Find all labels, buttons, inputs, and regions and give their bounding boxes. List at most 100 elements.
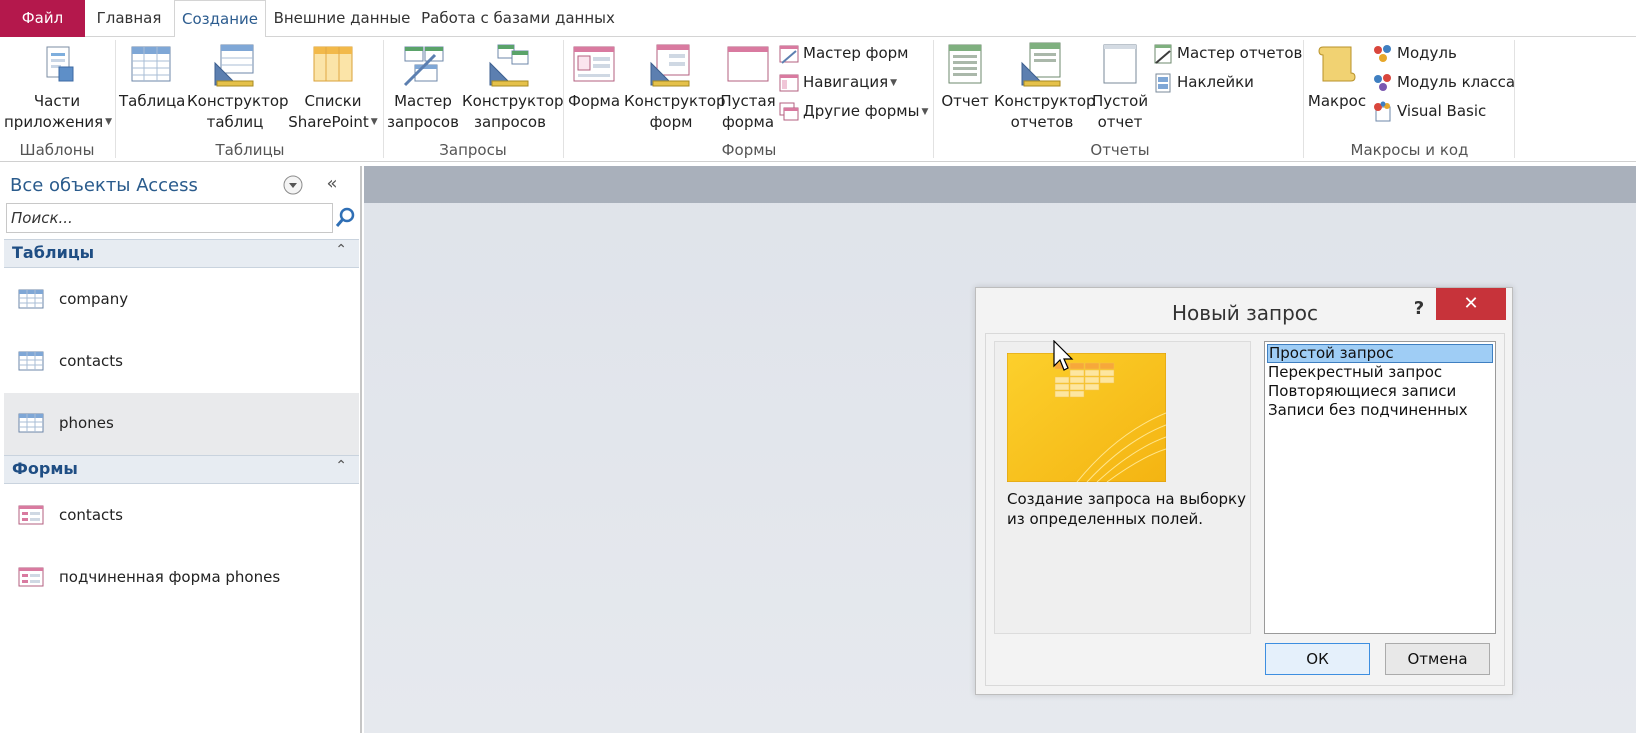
dropdown-arrow-icon: ▼ bbox=[105, 117, 113, 127]
table-designer-label-2: таблиц bbox=[206, 113, 264, 131]
close-icon[interactable]: ✕ bbox=[1436, 288, 1506, 320]
navigation-label: Навигация bbox=[803, 73, 889, 91]
sharepoint-lists-button[interactable]: Списки SharePoint ▼ bbox=[287, 41, 379, 133]
report-wizard-label: Мастер отчетов bbox=[1177, 44, 1303, 62]
list-item-simple-query[interactable]: Простой запрос bbox=[1267, 344, 1493, 363]
query-wizard-button[interactable]: Мастер запросов bbox=[387, 41, 459, 133]
search-placeholder: Поиск... bbox=[11, 209, 73, 227]
blank-report-label-1: Пустой bbox=[1092, 92, 1149, 110]
class-module-label: Модуль класса bbox=[1397, 73, 1516, 91]
group-divider bbox=[1303, 40, 1304, 158]
section-header-tables[interactable]: Таблицы ⌃ bbox=[4, 239, 359, 268]
tab-file[interactable]: Файл bbox=[0, 0, 85, 37]
visual-basic-button[interactable]: Visual Basic bbox=[1372, 98, 1486, 124]
nav-item-label: подчиненная форма phones bbox=[59, 568, 281, 586]
cancel-button[interactable]: Отмена bbox=[1385, 643, 1490, 675]
group-label-queries: Запросы bbox=[439, 141, 507, 159]
blank-form-label-1: Пустая bbox=[720, 92, 776, 110]
form-wizard-button[interactable]: Мастер форм bbox=[778, 40, 908, 66]
report-wizard-button[interactable]: Мастер отчетов bbox=[1152, 40, 1302, 66]
query-designer-label-2: запросов bbox=[474, 113, 546, 131]
ribbon-tab-strip: Файл Главная Создание Внешние данные Раб… bbox=[0, 0, 1636, 38]
collapse-up-icon: ⌃ bbox=[335, 242, 347, 258]
report-button[interactable]: Отчет bbox=[937, 41, 993, 112]
labels-label: Наклейки bbox=[1177, 73, 1254, 91]
class-module-button[interactable]: Модуль класса bbox=[1372, 69, 1515, 95]
form-designer-button[interactable]: Конструктор форм bbox=[624, 41, 726, 133]
table-label: Таблица bbox=[119, 92, 186, 110]
nav-item-label: company bbox=[59, 290, 129, 308]
search-input[interactable]: Поиск... bbox=[6, 203, 333, 233]
table-button[interactable]: Таблица bbox=[119, 41, 186, 112]
section-header-forms[interactable]: Формы ⌃ bbox=[4, 455, 359, 484]
tab-database-tools[interactable]: Работа с базами данных bbox=[420, 0, 616, 37]
blank-report-button[interactable]: Пустой отчет bbox=[1092, 41, 1148, 133]
search-icon[interactable] bbox=[333, 203, 357, 233]
table-designer-label-1: Конструктор bbox=[187, 92, 289, 110]
blank-form-icon bbox=[727, 46, 769, 82]
group-label-forms: Формы bbox=[721, 141, 777, 159]
report-design-icon bbox=[1021, 42, 1061, 87]
query-description: Создание запроса на выборку из определен… bbox=[1007, 489, 1247, 529]
blank-form-button[interactable]: Пустая форма bbox=[720, 41, 776, 133]
nav-item-company[interactable]: company bbox=[4, 269, 359, 331]
navigation-pane: Все объекты Access « Поиск... Таблицы ⌃ … bbox=[0, 166, 362, 733]
report-label: Отчет bbox=[941, 92, 989, 110]
dropdown-arrow-icon: ▼ bbox=[921, 106, 929, 117]
nav-item-label: contacts bbox=[59, 506, 123, 524]
nav-pane-title[interactable]: Все объекты Access bbox=[10, 175, 198, 196]
table-icon bbox=[18, 289, 44, 309]
list-item-find-unmatched[interactable]: Записи без подчиненных bbox=[1267, 401, 1468, 420]
query-designer-label-1: Конструктор bbox=[462, 92, 564, 110]
ribbon: Части приложения ▼ Шаблоны Таблица Констр… bbox=[0, 37, 1636, 162]
nav-collapse-icon[interactable]: « bbox=[320, 173, 344, 197]
more-forms-label: Другие формы bbox=[803, 102, 920, 120]
nav-item-label: phones bbox=[59, 414, 114, 432]
report-wizard-icon bbox=[1154, 44, 1172, 64]
report-icon bbox=[948, 44, 982, 84]
labels-button[interactable]: Наклейки bbox=[1152, 69, 1254, 95]
query-type-listbox[interactable]: Простой запрос Перекрестный запрос Повто… bbox=[1264, 341, 1496, 634]
ok-button[interactable]: ОК bbox=[1265, 643, 1370, 675]
group-label-macros: Макросы и код bbox=[1350, 141, 1469, 159]
nav-item-phones-subform[interactable]: подчиненная форма phones bbox=[4, 547, 359, 609]
query-description-line-2: из определенных полей. bbox=[1007, 510, 1204, 528]
app-parts-icon bbox=[46, 46, 74, 82]
labels-icon bbox=[1155, 73, 1171, 92]
macro-button[interactable]: Макрос bbox=[1307, 41, 1367, 112]
query-designer-button[interactable]: Конструктор запросов bbox=[462, 41, 564, 133]
nav-item-contacts-form[interactable]: contacts bbox=[4, 485, 359, 547]
group-divider bbox=[563, 40, 564, 158]
nav-item-contacts-table[interactable]: contacts bbox=[4, 331, 359, 393]
form-icon bbox=[18, 505, 44, 525]
help-icon[interactable]: ? bbox=[1404, 294, 1434, 324]
more-forms-button[interactable]: Другие формы ▼ bbox=[778, 98, 928, 124]
visual-basic-icon bbox=[1374, 101, 1391, 121]
nav-item-phones[interactable]: phones bbox=[4, 393, 359, 455]
report-designer-button[interactable]: Конструктор отчетов bbox=[994, 41, 1096, 133]
query-design-icon bbox=[489, 44, 529, 87]
tab-home[interactable]: Главная bbox=[89, 0, 169, 37]
form-label: Форма bbox=[567, 92, 621, 110]
list-item-find-duplicates[interactable]: Повторяющиеся записи bbox=[1267, 382, 1456, 401]
tab-external-data[interactable]: Внешние данные bbox=[272, 0, 412, 37]
report-designer-label-1: Конструктор bbox=[994, 92, 1096, 110]
form-icon bbox=[18, 567, 44, 587]
tab-create[interactable]: Создание bbox=[174, 0, 266, 38]
table-icon bbox=[18, 351, 44, 371]
form-button[interactable]: Форма bbox=[566, 41, 622, 112]
app-parts-button[interactable]: Части приложения ▼ bbox=[4, 41, 113, 133]
table-designer-button[interactable]: Конструктор таблиц bbox=[187, 41, 289, 133]
visual-basic-label: Visual Basic bbox=[1397, 102, 1487, 120]
list-item-crosstab-query[interactable]: Перекрестный запрос bbox=[1267, 363, 1442, 382]
group-label-tables: Таблицы bbox=[215, 141, 285, 159]
group-divider bbox=[933, 40, 934, 158]
table-icon bbox=[18, 413, 44, 433]
nav-menu-dropdown-icon[interactable] bbox=[281, 173, 305, 197]
dropdown-arrow-icon: ▼ bbox=[890, 77, 898, 88]
module-button[interactable]: Модуль bbox=[1372, 40, 1457, 66]
form-designer-label-1: Конструктор bbox=[624, 92, 726, 110]
module-icon bbox=[1374, 44, 1391, 62]
blank-form-label-2: форма bbox=[721, 113, 775, 131]
navigation-button[interactable]: Навигация ▼ bbox=[778, 69, 897, 95]
